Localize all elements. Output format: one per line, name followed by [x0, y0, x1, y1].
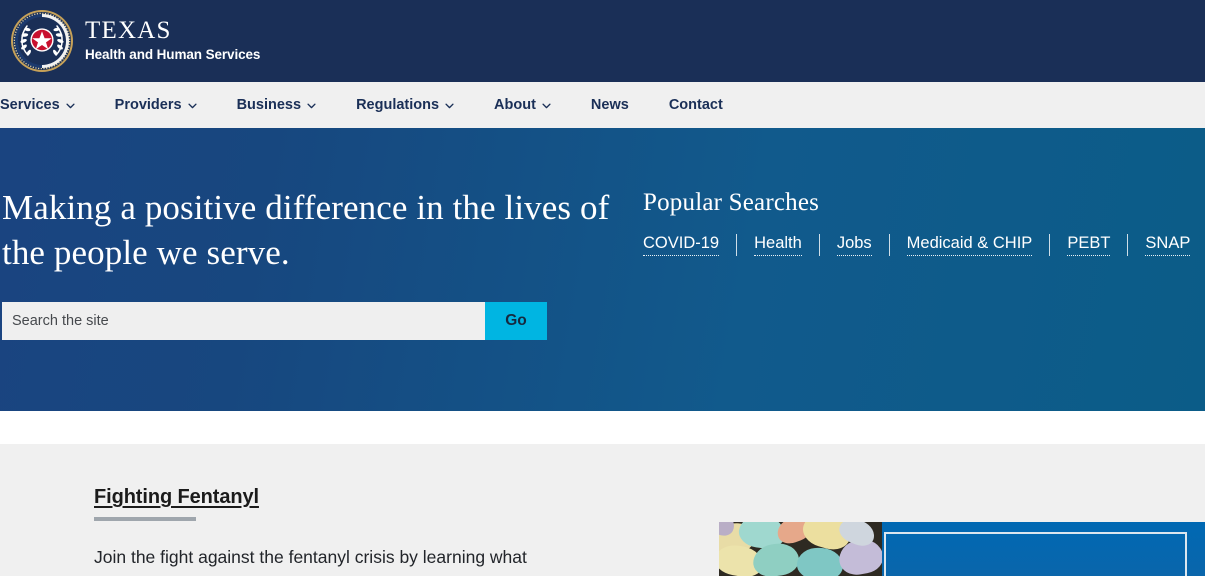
hero-left-column: Making a positive difference in the live…	[0, 186, 643, 411]
nav-item-label: Regulations	[356, 97, 440, 113]
nav-item-label: Providers	[114, 97, 182, 113]
nav-item-contact[interactable]: Contact	[649, 82, 743, 128]
nav-item-business[interactable]: Business	[217, 82, 336, 128]
nav-item-label: Business	[236, 97, 302, 113]
nav-item-label: Services	[0, 97, 60, 113]
site-logo-link[interactable]: TEXAS Health and Human Services	[10, 9, 260, 73]
heading-rule	[94, 517, 196, 521]
fighting-fentanyl-section: Fighting Fentanyl Join the fight against…	[0, 444, 1205, 576]
link-divider	[818, 234, 820, 256]
section-heading: Fighting Fentanyl	[94, 486, 259, 508]
popular-searches-list: COVID-19 Health Jobs Medicaid & CHIP PEB…	[643, 234, 1191, 256]
chevron-down-icon	[542, 103, 551, 109]
popular-link-pebt[interactable]: PEBT	[1067, 234, 1111, 256]
nav-item-label: Contact	[668, 97, 723, 113]
nav-item-about[interactable]: About	[474, 82, 571, 128]
popular-link-jobs[interactable]: Jobs	[836, 234, 872, 256]
assorted-pills-photo	[719, 522, 882, 576]
popular-link-snap[interactable]: SNAP	[1145, 234, 1191, 256]
nav-item-label: News	[590, 97, 629, 113]
texas-hhs-seal-icon	[10, 9, 74, 73]
site-search-form: Go	[2, 301, 547, 340]
nav-item-news[interactable]: News	[571, 82, 649, 128]
section-spacer	[0, 411, 1205, 444]
chevron-down-icon	[307, 103, 316, 109]
link-divider	[888, 234, 890, 256]
nav-item-services[interactable]: Services	[0, 82, 95, 128]
fentanyl-card-panel	[882, 522, 1205, 576]
link-divider	[1049, 234, 1051, 256]
nav-item-providers[interactable]: Providers	[95, 82, 217, 128]
chevron-down-icon	[187, 103, 197, 109]
section-body-text: Join the fight against the fentanyl cris…	[94, 547, 527, 567]
search-input[interactable]	[2, 301, 485, 340]
primary-navigation: Services Providers Business Regulations …	[0, 82, 1205, 128]
link-divider	[1127, 234, 1129, 256]
site-masthead: TEXAS Health and Human Services	[0, 0, 1205, 82]
popular-searches: Popular Searches COVID-19 Health Jobs Me…	[643, 186, 1191, 411]
brand-primary-text: TEXAS	[85, 17, 172, 45]
link-divider	[736, 234, 738, 256]
hero-banner: Making a positive difference in the live…	[0, 128, 1205, 411]
popular-searches-title: Popular Searches	[643, 189, 820, 216]
popular-link-medicaid-chip[interactable]: Medicaid & CHIP	[906, 234, 1033, 256]
chevron-down-icon	[445, 103, 454, 109]
panel-border-frame	[884, 532, 1187, 576]
fentanyl-media-card[interactable]	[719, 522, 1205, 576]
brand-secondary-text: Health and Human Services	[85, 47, 261, 63]
search-go-button[interactable]: Go	[485, 301, 547, 340]
popular-link-covid-19[interactable]: COVID-19	[643, 234, 720, 256]
hero-headline: Making a positive difference in the live…	[2, 188, 610, 272]
nav-item-label: About	[494, 97, 536, 113]
chevron-down-icon	[66, 103, 75, 109]
nav-item-regulations[interactable]: Regulations	[336, 82, 474, 128]
popular-link-health[interactable]: Health	[754, 234, 802, 256]
